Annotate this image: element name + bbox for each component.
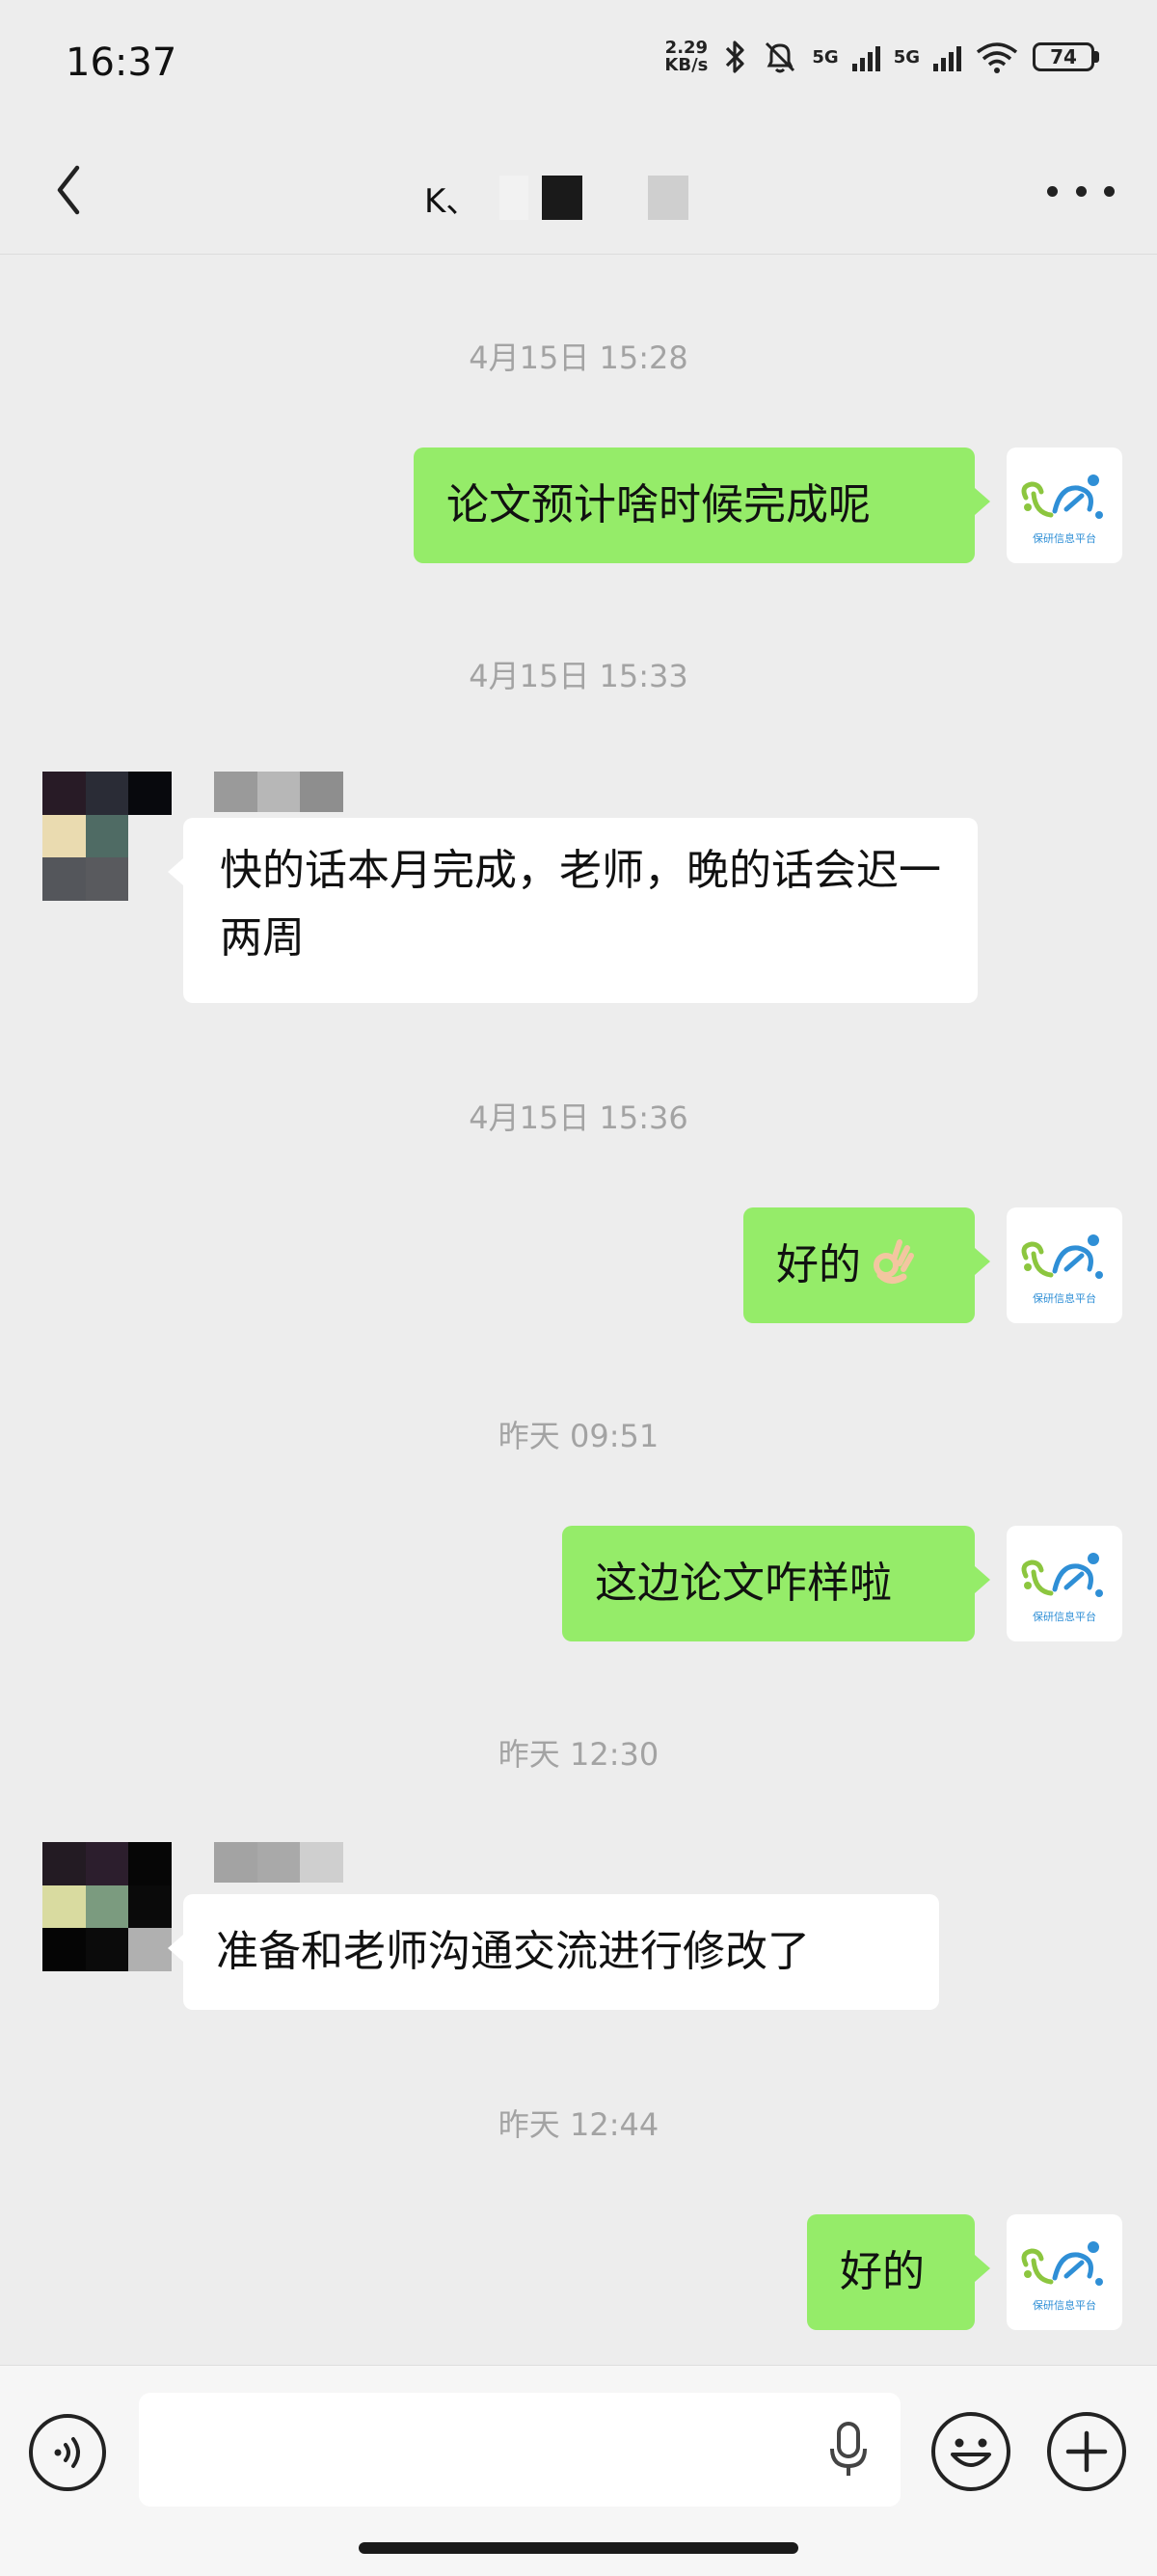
network-label-2: 5G [893, 46, 920, 68]
home-indicator[interactable] [359, 2542, 798, 2554]
outgoing-message-bubble[interactable]: 这边论文咋样啦 [562, 1526, 990, 1641]
status-time: 16:37 [66, 41, 177, 85]
signal-bars-1-icon [851, 42, 880, 71]
chat-header: K、 [0, 125, 1157, 256]
outgoing-message-bubble[interactable]: 论文预计啥时候完成呢 [414, 447, 990, 563]
svg-text:保研信息平台: 保研信息平台 [1033, 1610, 1096, 1623]
svg-text:保研信息平台: 保研信息平台 [1033, 1291, 1096, 1305]
my-avatar[interactable]: 保研信息平台 [1007, 2214, 1122, 2330]
header-divider [0, 254, 1157, 255]
message-timestamp: 昨天 12:44 [498, 2106, 659, 2143]
voice-icon [54, 2437, 80, 2468]
my-avatar[interactable]: 保研信息平台 [1007, 1207, 1122, 1323]
message-text: 论文预计啥时候完成呢 [446, 480, 871, 529]
signal-bars-2-icon [933, 42, 961, 71]
plus-icon [1065, 2430, 1108, 2473]
message-timestamp: 4月15日 15:33 [469, 658, 688, 694]
message-timestamp: 昨天 12:30 [498, 1736, 659, 1773]
logo-avatar-image: 保研信息平台 [1021, 1553, 1103, 1623]
bluetooth-icon [726, 41, 744, 73]
my-avatar[interactable]: 保研信息平台 [1007, 1526, 1122, 1641]
contact-avatar[interactable] [42, 1842, 172, 1971]
message-timestamp: 4月15日 15:36 [469, 1099, 688, 1136]
outgoing-message-bubble[interactable]: 好的 [743, 1207, 990, 1323]
redacted-block [499, 176, 529, 220]
status-bar: 16:37 2.29 KB/s 5G 5G 74 [0, 0, 1157, 125]
message-text: 快的话本月完成，老师，晚的话会迟一两周 [220, 846, 941, 963]
message-text: 好的 [776, 1240, 861, 1289]
microphone-icon[interactable] [827, 2420, 870, 2480]
more-options-icon[interactable] [1047, 162, 1115, 220]
message-text: 这边论文咋样啦 [595, 1559, 892, 1608]
chat-title: K、 [424, 164, 689, 231]
more-functions-button[interactable] [1047, 2412, 1126, 2491]
contact-name-redacted [214, 772, 343, 812]
logo-avatar-image: 保研信息平台 [1021, 475, 1103, 545]
incoming-message-bubble[interactable]: 准备和老师沟通交流进行修改了 [168, 1894, 939, 2010]
my-avatar[interactable]: 保研信息平台 [1007, 447, 1122, 563]
svg-text:保研信息平台: 保研信息平台 [1033, 2298, 1096, 2312]
battery-icon: 74 [1033, 42, 1099, 71]
logo-avatar-image: 保研信息平台 [1021, 1234, 1103, 1305]
svg-text:保研信息平台: 保研信息平台 [1033, 531, 1096, 545]
back-arrow-icon[interactable] [46, 156, 94, 224]
emoji-icon [951, 2438, 991, 2467]
message-text: 准备和老师沟通交流进行修改了 [216, 1927, 810, 1976]
wifi-icon [976, 42, 1018, 73]
outgoing-message-bubble[interactable]: 好的 [807, 2214, 990, 2330]
status-icons: 2.29 KB/s 5G 5G 74 [664, 39, 1099, 75]
contact-avatar[interactable] [42, 772, 172, 901]
contact-name-redacted [214, 1842, 343, 1883]
emoji-button[interactable] [931, 2412, 1010, 2491]
redacted-block [596, 176, 635, 220]
message-timestamp: 昨天 09:51 [498, 1418, 659, 1454]
voice-mode-button[interactable] [29, 2414, 106, 2491]
message-input[interactable] [139, 2393, 901, 2507]
logo-avatar-image: 保研信息平台 [1021, 2241, 1103, 2312]
redacted-block [542, 176, 583, 220]
battery-level: 74 [1033, 42, 1094, 71]
message-text: 好的 [840, 2247, 925, 2296]
mute-bell-icon [766, 41, 795, 73]
chat-title-text: K、 [424, 181, 479, 221]
message-timestamp: 4月15日 15:28 [469, 339, 688, 376]
network-label-1: 5G [812, 46, 839, 68]
redacted-block [648, 176, 689, 220]
ok-hand-emoji [874, 1239, 914, 1284]
network-speed: 2.29 KB/s [664, 38, 709, 75]
incoming-message-bubble[interactable]: 快的话本月完成，老师，晚的话会迟一两周 [168, 818, 978, 1003]
